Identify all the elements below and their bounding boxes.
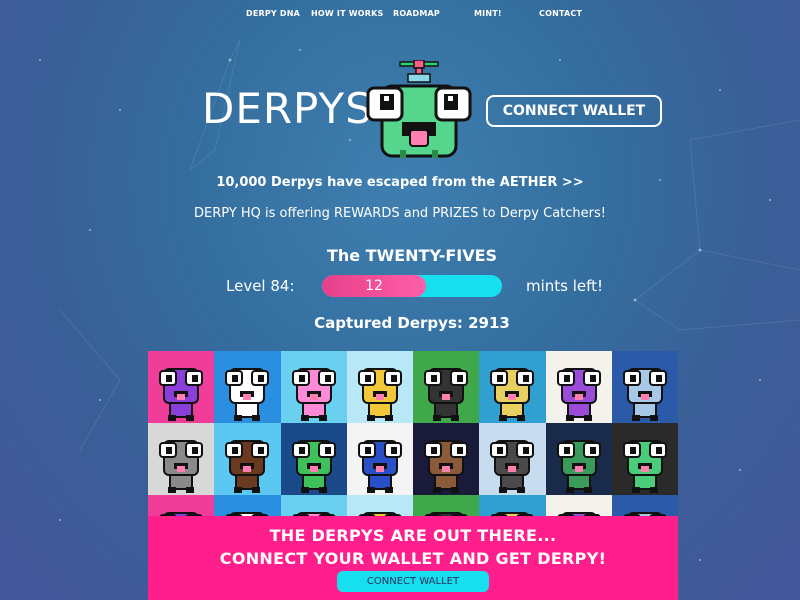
- gallery-tile: [413, 423, 480, 495]
- derpy-frog-helicopter-icon: [366, 60, 472, 158]
- laser-derpy-icon: [424, 440, 468, 493]
- gallery-tile: [148, 423, 215, 495]
- pirate-derpy-icon: [159, 368, 203, 421]
- gallery-tile: [346, 423, 414, 495]
- mints-left-progress-bar: 12: [322, 275, 502, 297]
- gallery-tile: [280, 351, 348, 423]
- nav-contact[interactable]: CONTACT: [539, 9, 582, 18]
- gallery-tile: [479, 351, 547, 423]
- glasses-derpy-icon: [357, 440, 402, 493]
- hero-title: DERPYS: [202, 84, 373, 133]
- gallery-tile: [280, 423, 348, 495]
- elf-derpy-icon: [490, 368, 535, 421]
- gallery-tile: [346, 351, 414, 423]
- gallery-tile: [148, 351, 215, 423]
- white-cat-derpy-icon: [225, 368, 270, 421]
- connect-wallet-button[interactable]: CONNECT WALLET: [486, 95, 662, 127]
- gallery-tile: [479, 423, 547, 495]
- banner-subheadline: CONNECT YOUR WALLET AND GET DERPY!: [219, 549, 607, 568]
- crowned-derpy-icon: [556, 368, 601, 421]
- gallery-tile: [413, 351, 480, 423]
- section-title: The TWENTY-FIVES: [326, 246, 498, 265]
- nav-mint[interactable]: MINT!: [474, 9, 502, 18]
- escape-headline: 10,000 Derpys have escaped from the AETH…: [216, 175, 584, 190]
- rainbow-derpy-icon: [291, 368, 336, 421]
- gold-derpy-icon: [357, 368, 402, 421]
- nav-how-it-works[interactable]: HOW IT WORKS: [311, 9, 383, 18]
- gallery-tile: [214, 423, 282, 495]
- grey-derpy-icon: [159, 440, 203, 493]
- captured-count: Captured Derpys: 2913: [314, 314, 510, 332]
- level-label: Level 84:: [226, 277, 295, 295]
- cta-banner: THE DERPYS ARE OUT THERE... CONNECT YOUR…: [148, 516, 678, 600]
- banner-headline: THE DERPYS ARE OUT THERE...: [269, 526, 557, 545]
- mints-left-label: mints left!: [526, 277, 604, 295]
- gallery-tile: [214, 351, 282, 423]
- gallery-tile: [545, 423, 613, 495]
- nav-roadmap[interactable]: ROADMAP: [393, 9, 440, 18]
- mints-left-value: 12: [365, 278, 383, 294]
- gallery-tile: [611, 423, 678, 495]
- rewards-subline: DERPY HQ is offering REWARDS and PRIZES …: [193, 206, 606, 221]
- halo-derpy-icon: [225, 440, 270, 493]
- nav-derpy-dna[interactable]: DERPY DNA: [246, 9, 300, 18]
- gallery-tile: [611, 351, 678, 423]
- top-nav: DERPY DNA HOW IT WORKS ROADMAP MINT! CON…: [0, 0, 800, 30]
- matrix-derpy-icon: [622, 440, 667, 493]
- gorilla-derpy-icon: [424, 368, 468, 421]
- banner-connect-wallet-button[interactable]: CONNECT WALLET: [337, 571, 489, 592]
- pirate-hat-derpy-icon: [556, 440, 601, 493]
- robot-derpy-icon: [622, 368, 667, 421]
- gallery-tile: [545, 351, 613, 423]
- green-derpy-icon: [291, 440, 336, 493]
- mohawk-derpy-icon: [490, 440, 535, 493]
